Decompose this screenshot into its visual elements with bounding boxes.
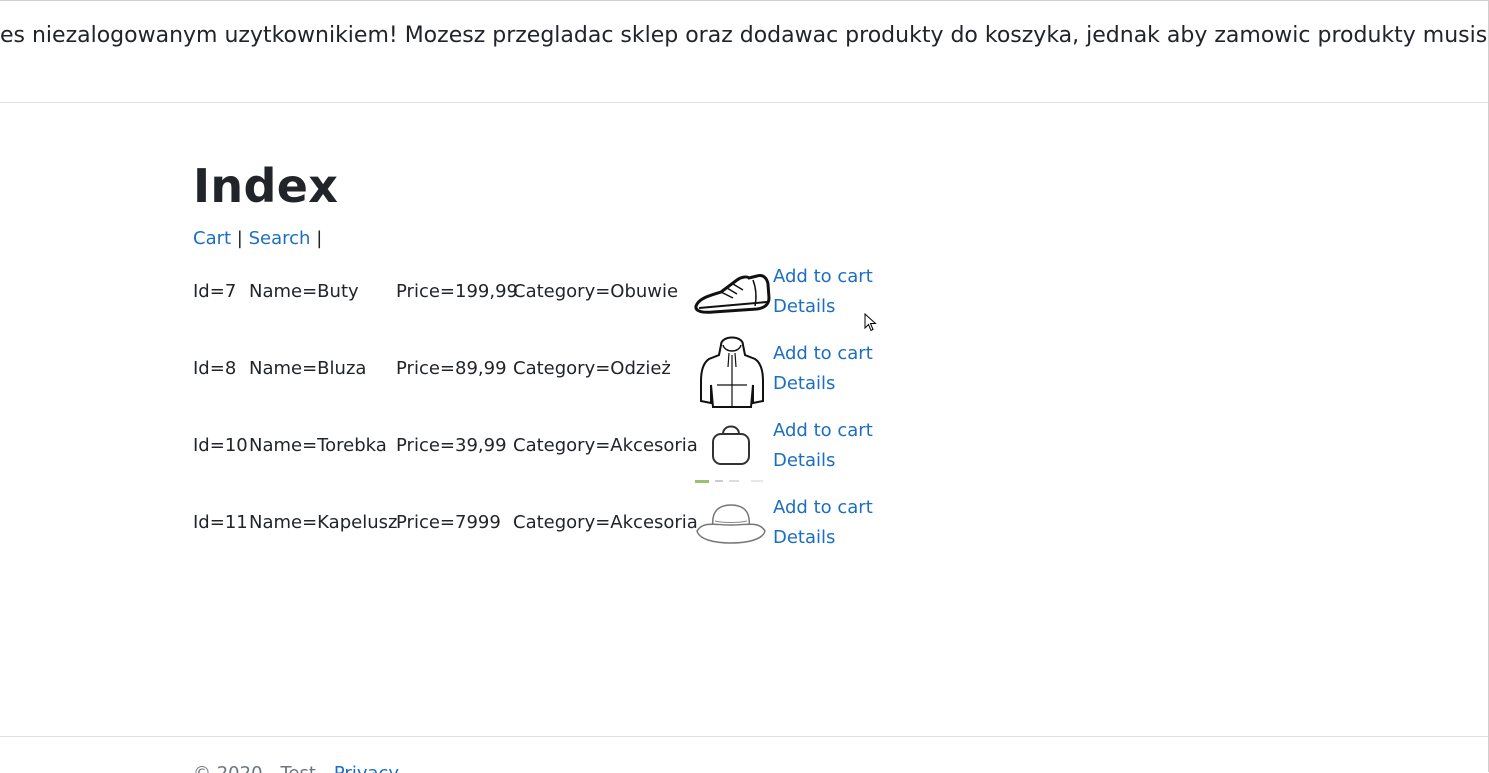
page-title: Index: [193, 159, 339, 213]
details-link[interactable]: Details: [773, 523, 873, 553]
search-link[interactable]: Search: [249, 228, 311, 249]
product-category: Category=Akcesoria: [513, 512, 698, 533]
product-name: Name=Torebka: [249, 435, 387, 456]
product-name: Name=Buty: [249, 281, 359, 302]
product-category: Category=Obuwie: [513, 281, 679, 302]
product-name: Name=Bluza: [249, 358, 367, 379]
add-to-cart-link[interactable]: Add to cart: [773, 262, 873, 292]
hat-icon: [696, 504, 766, 544]
footer: © 2020 - Test - Privacy: [0, 736, 1488, 773]
product-category: Category=Akcesoria: [513, 435, 698, 456]
handbag-icon: [695, 425, 763, 483]
main-content: Index Cart | Search |: [193, 158, 339, 249]
header-bar: es niezalogowanym uzytkownikiem! Mozesz …: [0, 0, 1488, 103]
product-id: Id=8: [193, 358, 237, 379]
product-id: Id=10: [193, 435, 248, 456]
hoodie-icon: [700, 336, 764, 408]
table-row: Id=7 Name=Buty Price=199,99 Category=Obu…: [193, 262, 893, 339]
product-name: Name=Kapelusz: [249, 512, 398, 533]
details-link[interactable]: Details: [773, 446, 873, 476]
nav-separator: |: [316, 228, 323, 249]
product-price: Price=89,99: [396, 358, 507, 379]
row-actions: Add to cart Details: [773, 339, 873, 399]
product-price: Price=39,99: [396, 435, 507, 456]
product-id: Id=11: [193, 512, 248, 533]
table-row: Id=11 Name=Kapelusz Price=7999 Category=…: [193, 493, 893, 570]
details-link[interactable]: Details: [773, 369, 873, 399]
shoe-icon: [694, 274, 771, 314]
add-to-cart-link[interactable]: Add to cart: [773, 339, 873, 369]
table-row: Id=10 Name=Torebka Price=39,99 Category=…: [193, 416, 893, 493]
table-row: Id=8 Name=Bluza Price=89,99 Category=Odz…: [193, 336, 893, 416]
row-actions: Add to cart Details: [773, 262, 873, 322]
add-to-cart-link[interactable]: Add to cart: [773, 493, 873, 523]
add-to-cart-link[interactable]: Add to cart: [773, 416, 873, 446]
row-actions: Add to cart Details: [773, 493, 873, 553]
product-price: Price=7999: [396, 512, 501, 533]
guest-banner-message: es niezalogowanym uzytkownikiem! Mozesz …: [0, 23, 1488, 48]
nav-links: Cart | Search |: [193, 226, 322, 252]
product-price: Price=199,99: [396, 281, 518, 302]
nav-separator: |: [236, 228, 243, 249]
product-category: Category=Odzież: [513, 358, 671, 379]
row-actions: Add to cart Details: [773, 416, 873, 476]
details-link[interactable]: Details: [773, 292, 873, 322]
mouse-pointer-icon: [864, 313, 877, 332]
cart-link[interactable]: Cart: [193, 228, 231, 249]
product-id: Id=7: [193, 281, 237, 302]
